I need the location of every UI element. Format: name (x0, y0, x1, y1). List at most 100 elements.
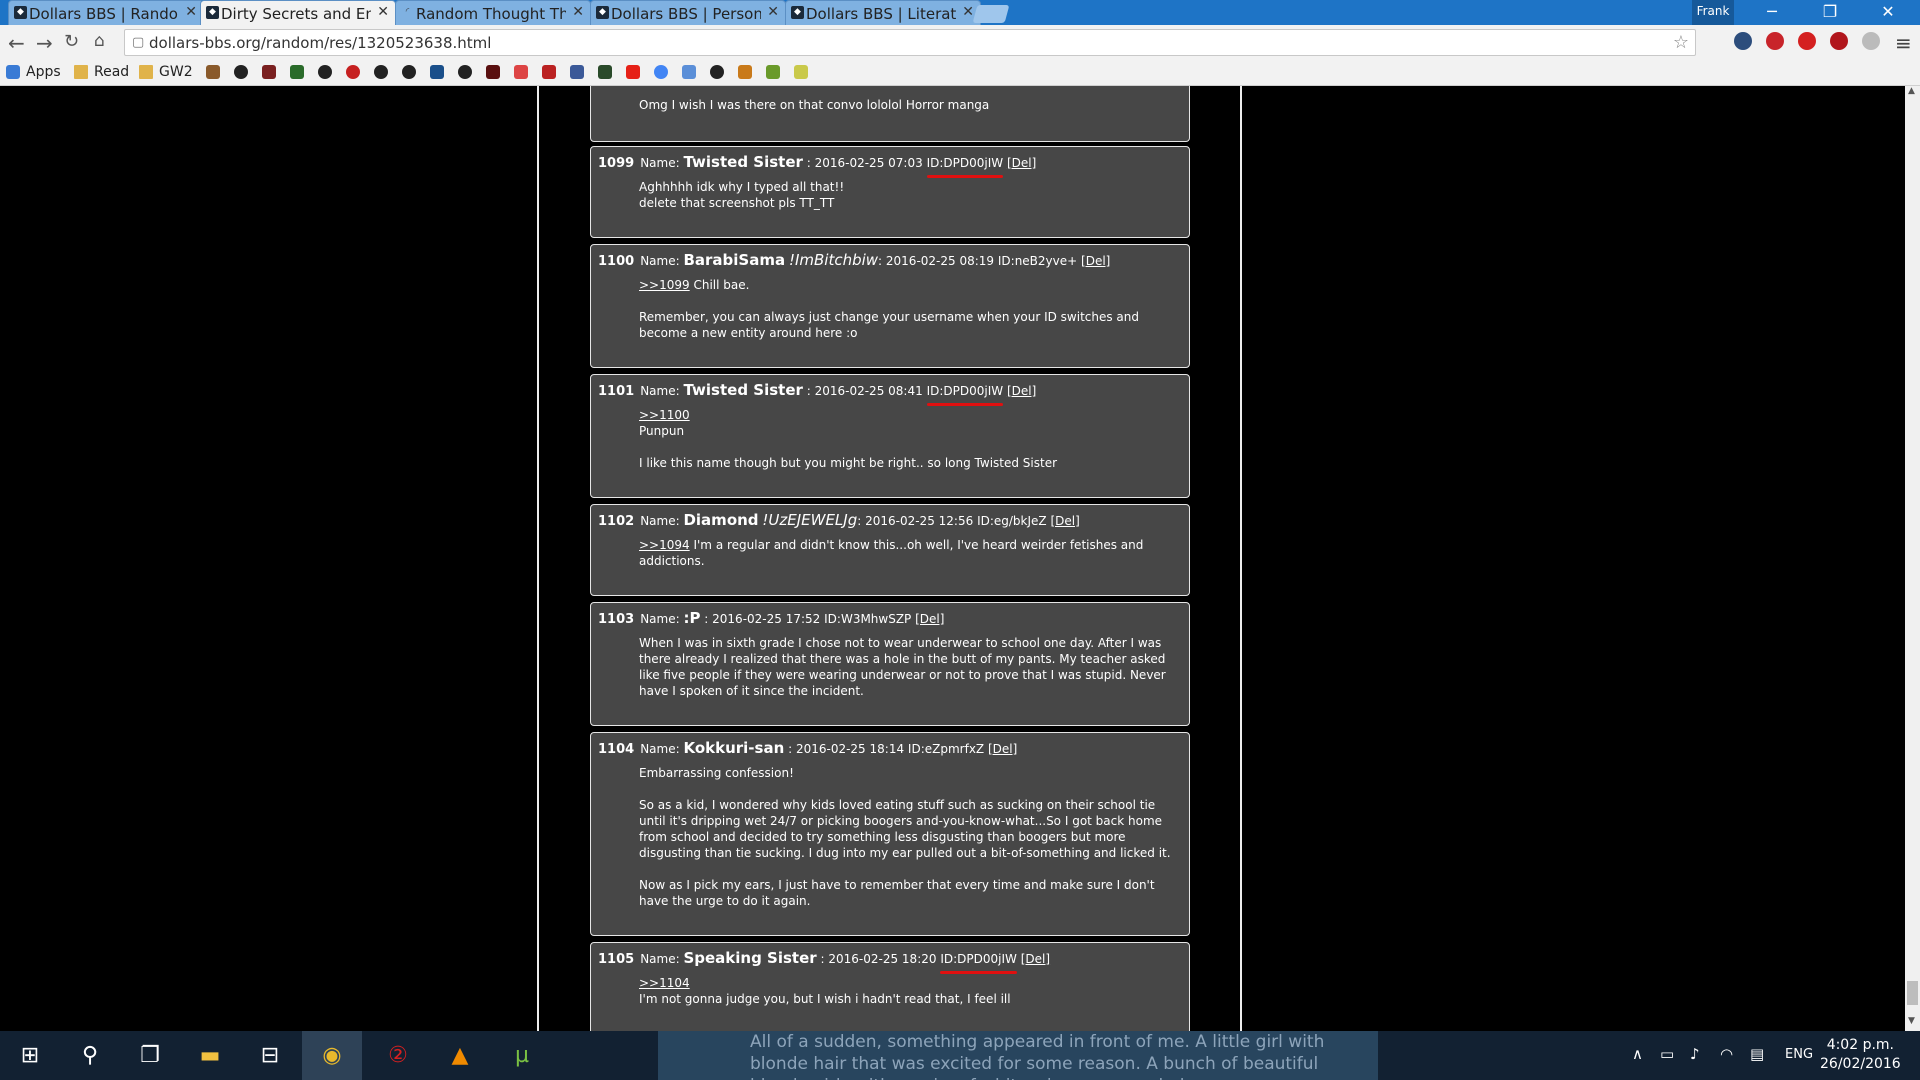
delete-link[interactable]: [Del] (1050, 514, 1079, 528)
reload-icon[interactable]: ↻ (64, 31, 79, 52)
bookmark-favicon-icon[interactable] (318, 65, 332, 79)
scrollbar-thumb[interactable] (1907, 981, 1918, 1005)
minimize-icon[interactable]: ─ (1748, 0, 1796, 25)
bookmark-favicon-icon[interactable] (234, 65, 248, 79)
post-1103: 1103 Name: :P : 2016-02-25 17:52 ID:W3Mhw… (590, 602, 1190, 726)
file-explorer-icon[interactable]: ▬ (180, 1031, 240, 1080)
post-number[interactable]: 1103 (598, 612, 634, 627)
scroll-up-icon[interactable]: ▲ (1908, 86, 1915, 96)
poster-id: ID:W3MhwSZP (824, 612, 911, 626)
translate-icon[interactable] (682, 65, 696, 79)
action-center-icon[interactable]: ▤ (1750, 1045, 1764, 1063)
facebook-icon[interactable] (570, 65, 584, 79)
gmail-icon[interactable] (514, 65, 528, 79)
tab-dollars-random[interactable]: ◆ Dollars BBS | Random ✕ (8, 0, 204, 25)
address-bar[interactable]: ▢ dollars-bbs.org/random/res/1320523638.… (124, 29, 1696, 56)
delete-link[interactable]: [Del] (1007, 384, 1036, 398)
tab-close-icon[interactable]: ✕ (962, 4, 974, 20)
bookmark-star-icon[interactable]: ☆ (1673, 32, 1689, 53)
delete-link[interactable]: [Del] (915, 612, 944, 626)
bookmark-favicon-icon[interactable] (430, 65, 444, 79)
bookmark-favicon-icon[interactable] (402, 65, 416, 79)
bookmark-favicon-icon[interactable] (206, 65, 220, 79)
bookmark-read[interactable]: Read (94, 64, 129, 80)
poster-name: Kokkuri-san (683, 739, 785, 757)
bookmark-favicon-icon[interactable] (598, 65, 612, 79)
show-hidden-icons[interactable]: ∧ (1632, 1045, 1643, 1063)
tab-close-icon[interactable]: ✕ (572, 4, 584, 20)
extension-grey-icon[interactable] (1862, 32, 1880, 50)
quote-link[interactable]: >>1104 (639, 976, 690, 990)
quote-link[interactable]: >>1099 (639, 278, 690, 292)
back-arrow-icon[interactable]: ← (8, 31, 25, 55)
volume-icon[interactable]: ♪ (1690, 1045, 1700, 1063)
quote-link[interactable]: >>1094 (639, 538, 690, 552)
chrome-icon[interactable]: ◉ (302, 1031, 362, 1080)
tab-random-thought[interactable]: ◜ Random Thought Thr ✕ (395, 0, 591, 25)
vlc-icon[interactable]: ▲ (430, 1031, 490, 1080)
restore-icon[interactable]: ❐ (1806, 0, 1854, 25)
system-clock[interactable]: 4:02 p.m. 26/02/2016 (1820, 1036, 1901, 1074)
store-icon[interactable]: ⊟ (240, 1031, 300, 1080)
tab-dirty-secrets[interactable]: ◆Dirty Secrets and Emba ✕ (200, 0, 396, 25)
scroll-down-icon[interactable]: ▼ (1908, 1016, 1915, 1026)
dollars-favicon-icon: ◆ (206, 6, 219, 19)
quote-link[interactable]: >>1100 (639, 408, 690, 422)
profile-user-label[interactable]: Frank (1692, 0, 1734, 25)
bookmark-favicon-icon[interactable] (486, 65, 500, 79)
bookmark-favicon-icon[interactable] (794, 65, 808, 79)
delete-link[interactable]: [Del] (1007, 156, 1036, 170)
home-icon[interactable]: ⌂ (94, 31, 105, 51)
poster-id-text: ID:DPD00jIW (940, 952, 1017, 966)
tripcode: !UzEJEWELJg (762, 511, 858, 529)
bookmark-apps[interactable]: Apps (26, 64, 61, 80)
bookmark-favicon-icon[interactable] (262, 65, 276, 79)
bookmark-gw2[interactable]: GW2 (159, 64, 193, 80)
bookmark-favicon-icon[interactable] (542, 65, 556, 79)
poster-id-text: ID:W3MhwSZP (824, 612, 912, 626)
close-window-icon[interactable]: ✕ (1864, 0, 1912, 25)
language-indicator[interactable]: ENG (1785, 1047, 1813, 1062)
tab-dollars-literature[interactable]: ◆ Dollars BBS | Literatu ✕ (785, 0, 981, 25)
bookmark-favicon-icon[interactable] (458, 65, 472, 79)
wifi-icon[interactable]: ◠ (1720, 1045, 1733, 1063)
post-number[interactable]: 1100 (598, 254, 634, 269)
utorrent-icon[interactable]: µ (492, 1031, 552, 1080)
extension-notification-icon[interactable] (1798, 32, 1816, 50)
tab-close-icon[interactable]: ✕ (185, 4, 197, 20)
post-number[interactable]: 1104 (598, 742, 634, 757)
post-number[interactable]: 1101 (598, 384, 634, 399)
forward-arrow-icon[interactable]: → (36, 31, 53, 55)
search-icon[interactable]: ⚲ (60, 1031, 120, 1080)
bookmark-favicon-icon[interactable] (290, 65, 304, 79)
apps-grid-icon (6, 65, 20, 79)
tab-close-icon[interactable]: ✕ (767, 4, 779, 20)
bookmark-favicon-icon[interactable] (346, 65, 360, 79)
task-view-icon[interactable]: ❐ (120, 1031, 180, 1080)
poster-id: ID:eZpmrfxZ (908, 742, 984, 756)
windows-start-icon[interactable]: ⊞ (0, 1031, 60, 1080)
delete-link[interactable]: [Del] (1081, 254, 1110, 268)
bookmark-favicon-icon[interactable] (710, 65, 724, 79)
tab-dollars-personal[interactable]: ◆ Dollars BBS | Persona ✕ (590, 0, 786, 25)
bookmark-favicon-icon[interactable] (374, 65, 388, 79)
google-icon[interactable] (654, 65, 668, 79)
post-number[interactable]: 1105 (598, 952, 634, 967)
extension-dollars-icon[interactable] (1734, 32, 1752, 50)
vertical-scrollbar[interactable]: ▲ ▼ (1905, 86, 1920, 1031)
guild-wars-icon[interactable]: ② (368, 1031, 428, 1080)
bookmark-favicon-icon[interactable] (766, 65, 780, 79)
tab-close-icon[interactable]: ✕ (377, 4, 389, 20)
battery-icon[interactable]: ▭ (1660, 1045, 1674, 1063)
bookmark-favicon-icon[interactable] (738, 65, 752, 79)
extension-gear-icon[interactable] (1766, 32, 1784, 50)
page-info-icon[interactable]: ▢ (132, 35, 144, 50)
post-number[interactable]: 1099 (598, 156, 634, 171)
adblock-icon[interactable] (1830, 32, 1848, 50)
chrome-menu-icon[interactable]: ≡ (1895, 31, 1912, 55)
youtube-icon[interactable] (626, 65, 640, 79)
new-tab-button[interactable] (972, 5, 1010, 23)
post-number[interactable]: 1102 (598, 514, 634, 529)
delete-link[interactable]: [Del] (1021, 952, 1050, 966)
delete-link[interactable]: [Del] (988, 742, 1017, 756)
